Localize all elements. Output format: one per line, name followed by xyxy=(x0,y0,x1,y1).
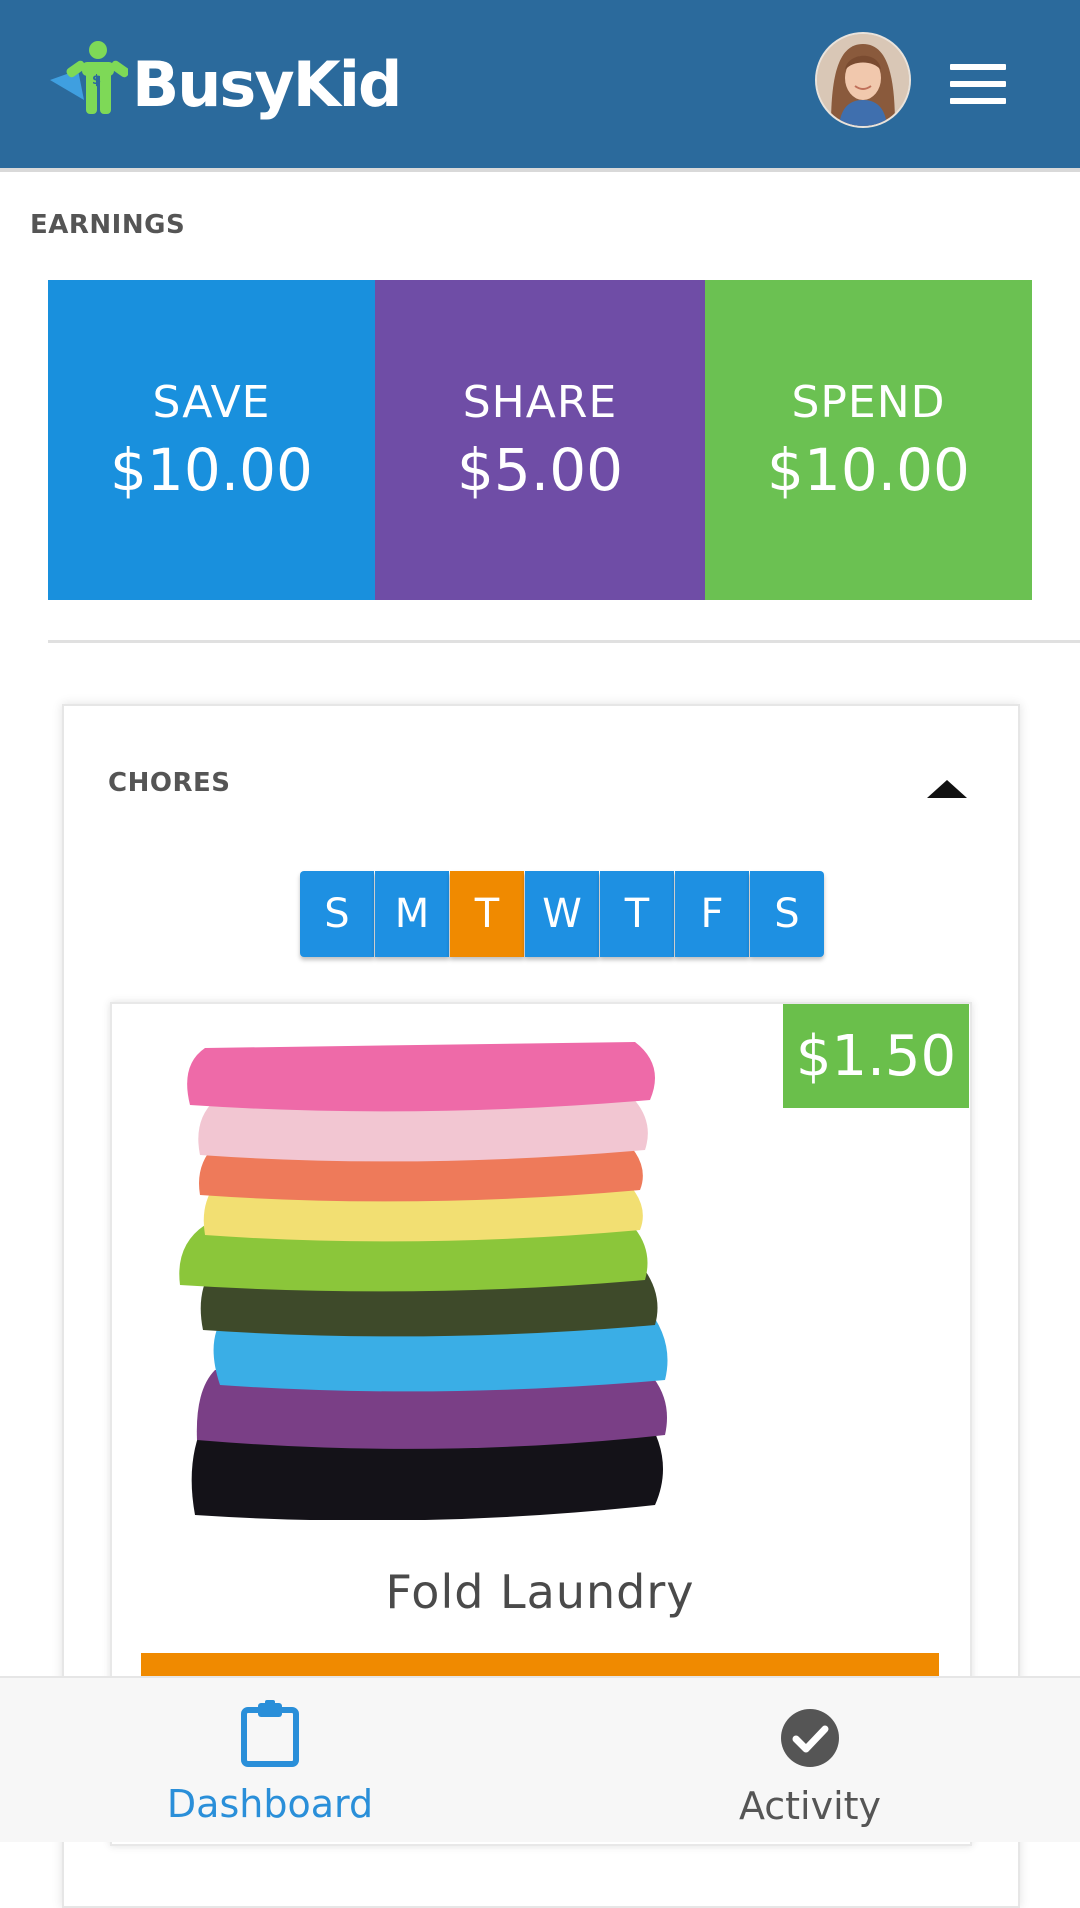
hamburger-menu-icon[interactable] xyxy=(950,64,1006,104)
spend-tile[interactable]: SPEND $10.00 xyxy=(705,280,1032,600)
chore-price-badge: $1.50 xyxy=(783,1004,969,1108)
spend-label: SPEND xyxy=(791,376,946,428)
nav-dashboard[interactable]: Dashboard xyxy=(120,1678,420,1842)
nav-dashboard-label: Dashboard xyxy=(166,1782,374,1826)
nav-activity-label: Activity xyxy=(738,1784,882,1828)
day-monday[interactable]: M xyxy=(375,871,449,957)
share-label: SHARE xyxy=(462,376,618,428)
day-wednesday[interactable]: W xyxy=(525,871,599,957)
app-header: $ BusyKid xyxy=(0,0,1080,168)
day-saturday[interactable]: S xyxy=(750,871,824,957)
day-selector: S M T W T F S xyxy=(300,871,824,957)
save-label: SAVE xyxy=(152,376,271,428)
day-thursday[interactable]: T xyxy=(600,871,674,957)
laundry-stack-image xyxy=(179,1042,668,1520)
share-tile[interactable]: SHARE $5.00 xyxy=(375,280,705,600)
day-tuesday[interactable]: T xyxy=(450,871,524,957)
section-divider xyxy=(48,640,1080,643)
earnings-section-label: EARNINGS xyxy=(30,210,186,240)
svg-text:$: $ xyxy=(92,73,101,88)
day-sunday[interactable]: S xyxy=(300,871,374,957)
check-circle-icon xyxy=(781,1709,839,1767)
day-friday[interactable]: F xyxy=(675,871,749,957)
nav-activity[interactable]: Activity xyxy=(660,1678,960,1842)
save-amount: $10.00 xyxy=(110,435,313,504)
share-amount: $5.00 xyxy=(456,435,624,504)
menu-line xyxy=(950,98,1006,104)
brand-name: BusyKid xyxy=(132,47,402,121)
clipboard-icon xyxy=(241,1700,299,1767)
busykid-mascot-icon: $ xyxy=(50,41,128,114)
spend-amount: $10.00 xyxy=(767,435,970,504)
busykid-logo[interactable]: $ BusyKid xyxy=(48,30,402,130)
earnings-tiles: SAVE $10.00 SHARE $5.00 SPEND $10.00 xyxy=(48,280,1032,600)
save-tile[interactable]: SAVE $10.00 xyxy=(48,280,375,600)
chores-section-label: CHORES xyxy=(108,768,231,798)
avatar-photo xyxy=(817,34,909,126)
chore-title: Fold Laundry xyxy=(385,1565,695,1619)
menu-line xyxy=(950,64,1006,70)
caret-up-icon[interactable] xyxy=(927,780,967,798)
bottom-navigation: Dashboard Activity xyxy=(0,1676,1080,1842)
menu-line xyxy=(950,81,1006,87)
user-avatar[interactable] xyxy=(815,32,911,128)
